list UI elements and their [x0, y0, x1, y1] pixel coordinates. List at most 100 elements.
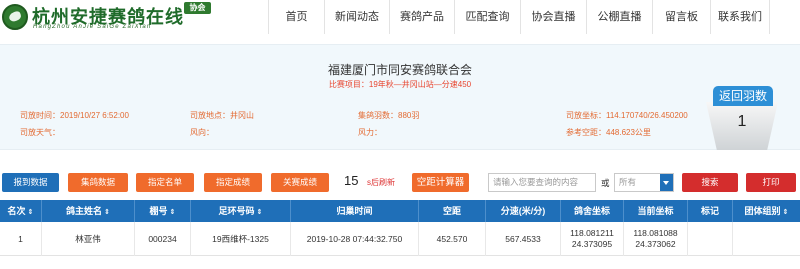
- col-speed-label: 分速(米/分): [500, 206, 546, 216]
- main-nav: 首页 新闻动态 赛鸽产品 匹配查询 协会直播 公棚直播 留言板 联系我们: [268, 0, 770, 34]
- sort-icon[interactable]: ⇕: [170, 209, 176, 216]
- col-home-coord-label: 鸽舍坐标: [573, 206, 610, 216]
- col-mark: 标记: [688, 200, 733, 222]
- return-count-value: 1: [737, 113, 747, 130]
- col-loft-label: 棚号: [149, 206, 168, 216]
- focus-result-button[interactable]: 关赛成绩: [271, 173, 329, 192]
- return-count-box: 1 返回羽数: [706, 86, 778, 150]
- current-coord-lat: 24.373062: [635, 239, 676, 249]
- sort-icon[interactable]: ⇕: [104, 209, 110, 216]
- col-ring[interactable]: 足环号码 ⇕: [191, 200, 291, 222]
- search-input[interactable]: 请输入您要查询的内容: [488, 173, 596, 192]
- nav-association-live[interactable]: 协会直播: [520, 0, 586, 34]
- filter-select[interactable]: 所有: [614, 173, 674, 192]
- reference-distance-value: 448.623公里: [606, 128, 651, 137]
- sort-icon[interactable]: ⇕: [257, 209, 263, 216]
- sort-icon[interactable]: ⇕: [28, 209, 34, 216]
- site-logo[interactable]: 杭州安捷赛鸽在线 HangZhou AnJie SaiGe ZaiXian 协会: [2, 2, 211, 32]
- return-count-title: 返回羽数: [713, 86, 773, 106]
- site-header: 杭州安捷赛鸽在线 HangZhou AnJie SaiGe ZaiXian 协会…: [0, 0, 800, 34]
- cell-distance: 452.570: [419, 222, 486, 256]
- nav-contact[interactable]: 联系我们: [710, 0, 770, 34]
- release-place: 司放地点：井冈山: [190, 110, 254, 121]
- nav-home[interactable]: 首页: [268, 0, 324, 34]
- wind-force-label: 风力：: [358, 128, 382, 137]
- gather-data-button[interactable]: 集鸽数据: [68, 173, 128, 192]
- wind-force: 风力：: [358, 127, 382, 138]
- release-coord-label: 司放坐标：: [566, 111, 606, 120]
- col-group-label: 团体组别: [744, 206, 781, 216]
- race-info-panel: 福建厦门市同安赛鸽联合会 比赛项目：19年秋—井冈山站—分速450 司放时间：2…: [0, 44, 800, 150]
- or-label: 或: [601, 178, 610, 188]
- distance-calculator-button[interactable]: 空距计算器: [412, 173, 469, 192]
- cell-current-coord: 118.081088 24.373062: [624, 222, 688, 256]
- home-coord-lat: 24.373095: [571, 239, 613, 249]
- refresh-text: s后刷新: [367, 178, 395, 187]
- current-coord-lng: 118.081088: [633, 228, 678, 238]
- gather-count-label: 集鸽羽数：: [358, 111, 398, 120]
- col-group[interactable]: 团体组别 ⇕: [733, 200, 800, 222]
- reference-distance: 参考空距：448.623公里: [566, 127, 651, 138]
- release-time: 司放时间：2019/10/27 6:52:00: [20, 110, 129, 121]
- release-weather: 司放天气：: [20, 127, 60, 138]
- print-button[interactable]: 打印: [746, 173, 796, 192]
- filter-select-value: 所有: [619, 177, 637, 187]
- cell-home-coord: 118.081211 24.373095: [561, 222, 624, 256]
- col-distance-label: 空距: [442, 206, 461, 216]
- release-time-label: 司放时间：: [20, 111, 60, 120]
- home-coord-lng: 118.081211: [570, 228, 614, 238]
- nav-loft-live[interactable]: 公棚直播: [586, 0, 652, 34]
- cell-ring: 19西维杯-1325: [191, 222, 291, 256]
- cell-time: 2019-10-28 07:44:32.750: [291, 222, 419, 256]
- table-row[interactable]: 1 林亚伟 000234 19西维杯-1325 2019-10-28 07:44…: [0, 222, 800, 256]
- return-count-body: 1: [706, 102, 778, 150]
- col-current-coord: 当前坐标: [624, 200, 688, 222]
- cell-owner: 林亚伟: [42, 222, 135, 256]
- logo-subtitle: HangZhou AnJie SaiGe ZaiXian: [33, 24, 152, 30]
- cell-rank: 1: [0, 222, 42, 256]
- nav-match-query[interactable]: 匹配查询: [454, 0, 520, 34]
- col-speed: 分速(米/分): [486, 200, 561, 222]
- release-weather-label: 司放天气：: [20, 128, 60, 137]
- designated-result-button[interactable]: 指定成绩: [204, 173, 262, 192]
- release-coord: 司放坐标：114.170740/26.450200: [566, 110, 688, 121]
- col-rank-label: 名次: [7, 206, 26, 216]
- col-time-label: 归巢时间: [336, 206, 373, 216]
- release-place-value: 井冈山: [230, 111, 254, 120]
- designated-list-button[interactable]: 指定名单: [136, 173, 194, 192]
- sort-icon[interactable]: ⇕: [783, 209, 789, 216]
- col-current-coord-label: 当前坐标: [637, 206, 674, 216]
- reference-distance-label: 参考空距：: [566, 128, 606, 137]
- col-mark-label: 标记: [700, 206, 719, 216]
- release-time-value: 2019/10/27 6:52:00: [60, 111, 129, 120]
- col-ring-label: 足环号码: [218, 206, 255, 216]
- col-owner[interactable]: 鸽主姓名 ⇕: [42, 200, 135, 222]
- col-time: 归巢时间: [291, 200, 419, 222]
- logo-badge: 协会: [184, 2, 211, 14]
- search-button[interactable]: 搜索: [682, 173, 738, 192]
- col-loft[interactable]: 棚号 ⇕: [135, 200, 191, 222]
- wind-direction: 风向：: [190, 127, 214, 138]
- toolbar: 报到数据 集鸽数据 指定名单 指定成绩 关赛成绩 15 s后刷新 空距计算器 请…: [0, 171, 800, 193]
- wind-direction-label: 风向：: [190, 128, 214, 137]
- nav-message-board[interactable]: 留言板: [652, 0, 710, 34]
- table-header: 名次 ⇕ 鸽主姓名 ⇕ 棚号 ⇕ 足环号码 ⇕ 归巢时间 空距 分速(米/分) 鸽舍坐标…: [0, 200, 800, 222]
- race-project: 比赛项目：19年秋—井冈山站—分速450: [328, 80, 472, 89]
- nav-news[interactable]: 新闻动态: [324, 0, 389, 34]
- release-coord-value: 114.170740/26.450200: [606, 111, 688, 120]
- nav-products[interactable]: 赛鸽产品: [389, 0, 454, 34]
- col-owner-label: 鸽主姓名: [66, 206, 103, 216]
- report-data-button[interactable]: 报到数据: [2, 173, 59, 192]
- col-rank[interactable]: 名次 ⇕: [0, 200, 42, 222]
- cell-group: [733, 222, 800, 256]
- cell-loft: 000234: [135, 222, 191, 256]
- pigeon-logo-icon: [2, 4, 28, 30]
- organization-title: 福建厦门市同安赛鸽联合会: [327, 63, 472, 77]
- col-home-coord: 鸽舍坐标: [561, 200, 624, 222]
- release-place-label: 司放地点：: [190, 111, 230, 120]
- gather-count-value: 880羽: [398, 111, 420, 120]
- col-distance: 空距: [419, 200, 486, 222]
- chevron-down-icon[interactable]: [660, 174, 673, 191]
- refresh-countdown: 15: [344, 173, 359, 188]
- cell-speed: 567.4533: [486, 222, 561, 256]
